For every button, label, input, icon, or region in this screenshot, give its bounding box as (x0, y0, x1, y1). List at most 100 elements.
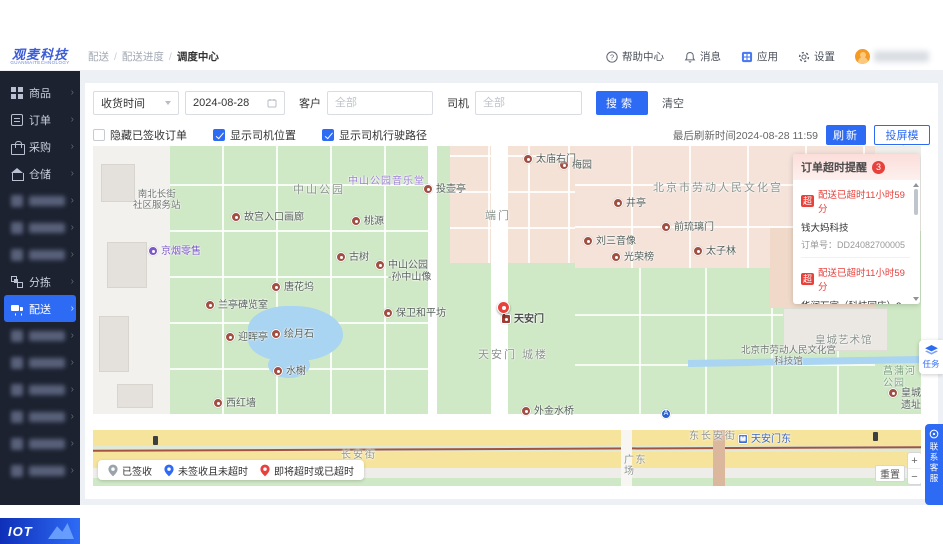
scroll-down-icon[interactable] (912, 297, 919, 301)
order-customer: 华润万家（科技园店）2 (801, 298, 910, 304)
headset-icon (929, 429, 939, 439)
order-timeout-count-badge: 3 (872, 160, 885, 174)
map-poi: 桃源 (351, 216, 384, 228)
poi-marker-icon (521, 406, 531, 416)
sidebar-item-label (29, 438, 65, 449)
driver-input[interactable] (475, 91, 582, 115)
zoom-out-button[interactable]: − (908, 469, 921, 484)
sidebar-item-label (29, 330, 65, 341)
scrollbar-thumb[interactable] (913, 189, 918, 215)
options-bar: 隐藏已签收订单 显示司机位置 显示司机行驶路径 最后刷新时间2024-08-28… (93, 125, 930, 158)
help-center-link[interactable]: ? 帮助中心 (606, 49, 664, 64)
last-refresh-time: 最后刷新时间2024-08-28 11:59 (672, 129, 818, 142)
traffic-light-icon (873, 432, 878, 441)
sidebar-item[interactable]: › (0, 403, 80, 430)
chevron-right-icon: › (70, 249, 74, 260)
sidebar-item[interactable]: › (0, 430, 80, 457)
show-driver-route-checkbox[interactable]: 显示司机行驶路径 (322, 127, 427, 143)
order-timeout-item[interactable]: 超 配送已超时11小时59分 钱大妈科技 订单号：DD24082700005 (801, 180, 910, 258)
sidebar-item[interactable]: 分拣 › (0, 268, 80, 295)
sidebar-item[interactable]: 采购 › (0, 133, 80, 160)
chevron-right-icon: › (70, 357, 74, 368)
order-timeout-header: 订单超时提醒 3 (793, 154, 920, 180)
brand-logo: 观麦科技 GUANMAITECHNOLOGY (0, 48, 80, 66)
question-circle-icon: ? (606, 50, 618, 63)
driver-label: 司机 (447, 98, 469, 110)
poi-marker-icon (351, 216, 361, 226)
sidebar-item-icon (11, 248, 23, 261)
sidebar-item[interactable]: › (0, 241, 80, 268)
poi-label: 唐花坞 (284, 282, 314, 293)
settings-link[interactable]: 设置 (798, 49, 835, 64)
sidebar-item[interactable]: 仓储 › (0, 160, 80, 187)
main-panel: 收货时间 2024-08-28 客户 司机 搜索 清空 隐藏已签收订单 (85, 83, 938, 499)
customer-input[interactable] (327, 91, 433, 115)
sidebar-item[interactable]: › (0, 322, 80, 349)
refresh-zone: 最后刷新时间2024-08-28 11:59 刷新 投屏模式 (672, 125, 930, 158)
traffic-light-icon (153, 436, 158, 445)
date-picker[interactable]: 2024-08-28 (185, 91, 285, 115)
sidebar-item[interactable]: › (0, 457, 80, 484)
map-reset-button[interactable]: 重置 (875, 465, 905, 482)
show-driver-position-checkbox[interactable]: 显示司机位置 (213, 127, 296, 143)
sidebar-item-icon (11, 329, 23, 342)
iot-banner[interactable]: IOT (0, 518, 80, 544)
cast-mode-button[interactable]: 投屏模式 (874, 125, 930, 158)
sidebar-item[interactable]: › (0, 187, 80, 214)
breadcrumb-item[interactable]: 调度中心 (177, 49, 219, 64)
order-panel-scrollbar[interactable] (912, 182, 919, 302)
poi-marker-icon (271, 329, 281, 339)
poi-label: 水榭 (286, 366, 306, 377)
sidebar-item-label: 仓储 (29, 168, 51, 181)
messages-link[interactable]: 消息 (684, 49, 721, 64)
map-poi: 中山公园音乐堂 (348, 176, 425, 188)
time-type-select[interactable]: 收货时间 (93, 91, 179, 115)
task-fab-button[interactable]: 任务 (919, 340, 943, 374)
order-timeout-list: 超 配送已超时11小时59分 钱大妈科技 订单号：DD24082700005 超… (793, 180, 920, 304)
poi-marker-icon (375, 260, 385, 270)
chevron-right-icon: › (70, 384, 74, 395)
user-account[interactable] (855, 49, 929, 64)
clear-link[interactable]: 清空 (662, 95, 684, 111)
poi-label: 刘三音像 (596, 236, 636, 247)
sidebar-item-label (29, 249, 65, 260)
sidebar-item[interactable]: 配送 › (4, 295, 76, 322)
poi-label: 井亭 (626, 198, 646, 209)
breadcrumb-item[interactable]: 配送 (88, 49, 122, 64)
map-poi: 东长安街 (689, 431, 737, 443)
sidebar-item[interactable]: › (0, 349, 80, 376)
legend-label: 未签收且未超时 (178, 466, 248, 478)
brand-subtitle: GUANMAITECHNOLOGY (10, 59, 70, 65)
order-timeout-item[interactable]: 超 配送已超时11小时59分 华润万家（科技园店）2 订单号：DD2408270… (801, 258, 910, 304)
poi-label: 投壶亭 (436, 184, 466, 195)
breadcrumb-item[interactable]: 配送进度 (122, 49, 177, 64)
zoom-in-button[interactable]: + (908, 453, 921, 469)
search-button[interactable]: 搜索 (596, 91, 648, 115)
sidebar-item-icon (11, 410, 23, 423)
sidebar-item-label: 采购 (29, 141, 51, 154)
poi-label: 西红墙 (226, 398, 256, 409)
sidebar-item[interactable]: › (0, 214, 80, 241)
layers-icon (924, 344, 938, 355)
sidebar-item-icon (11, 113, 23, 126)
map-poi: 光荣榜 (611, 252, 654, 264)
hide-signed-checkbox[interactable]: 隐藏已签收订单 (93, 127, 187, 143)
scroll-up-icon[interactable] (912, 183, 919, 187)
sidebar-item-label (29, 384, 65, 395)
chevron-right-icon: › (70, 303, 74, 314)
map-zoom-control: + − (907, 452, 921, 485)
map-canvas[interactable]: 梅园 太庙右门 投壶亭 故宫入口画廊 井亭 前琉璃门 桃源 刘三音像 光荣榜 太… (93, 146, 921, 486)
contact-support-button[interactable]: 联系客服 (925, 424, 943, 505)
map-poi: 菖蒲河公园 (883, 366, 921, 389)
time-type-value: 收货时间 (101, 98, 145, 110)
sidebar-item[interactable]: 商品 › (0, 79, 80, 106)
apps-icon (741, 51, 753, 62)
sidebar-item[interactable]: › (0, 376, 80, 403)
chevron-right-icon: › (70, 168, 74, 179)
refresh-button[interactable]: 刷新 (826, 125, 866, 145)
map-poi: 刘三音像 (583, 236, 636, 248)
sidebar-item[interactable]: 订单 › (0, 106, 80, 133)
map-poi: 前琉璃门 (661, 222, 714, 234)
apps-link[interactable]: 应用 (741, 49, 778, 64)
poi-label: 端门 (485, 210, 511, 222)
